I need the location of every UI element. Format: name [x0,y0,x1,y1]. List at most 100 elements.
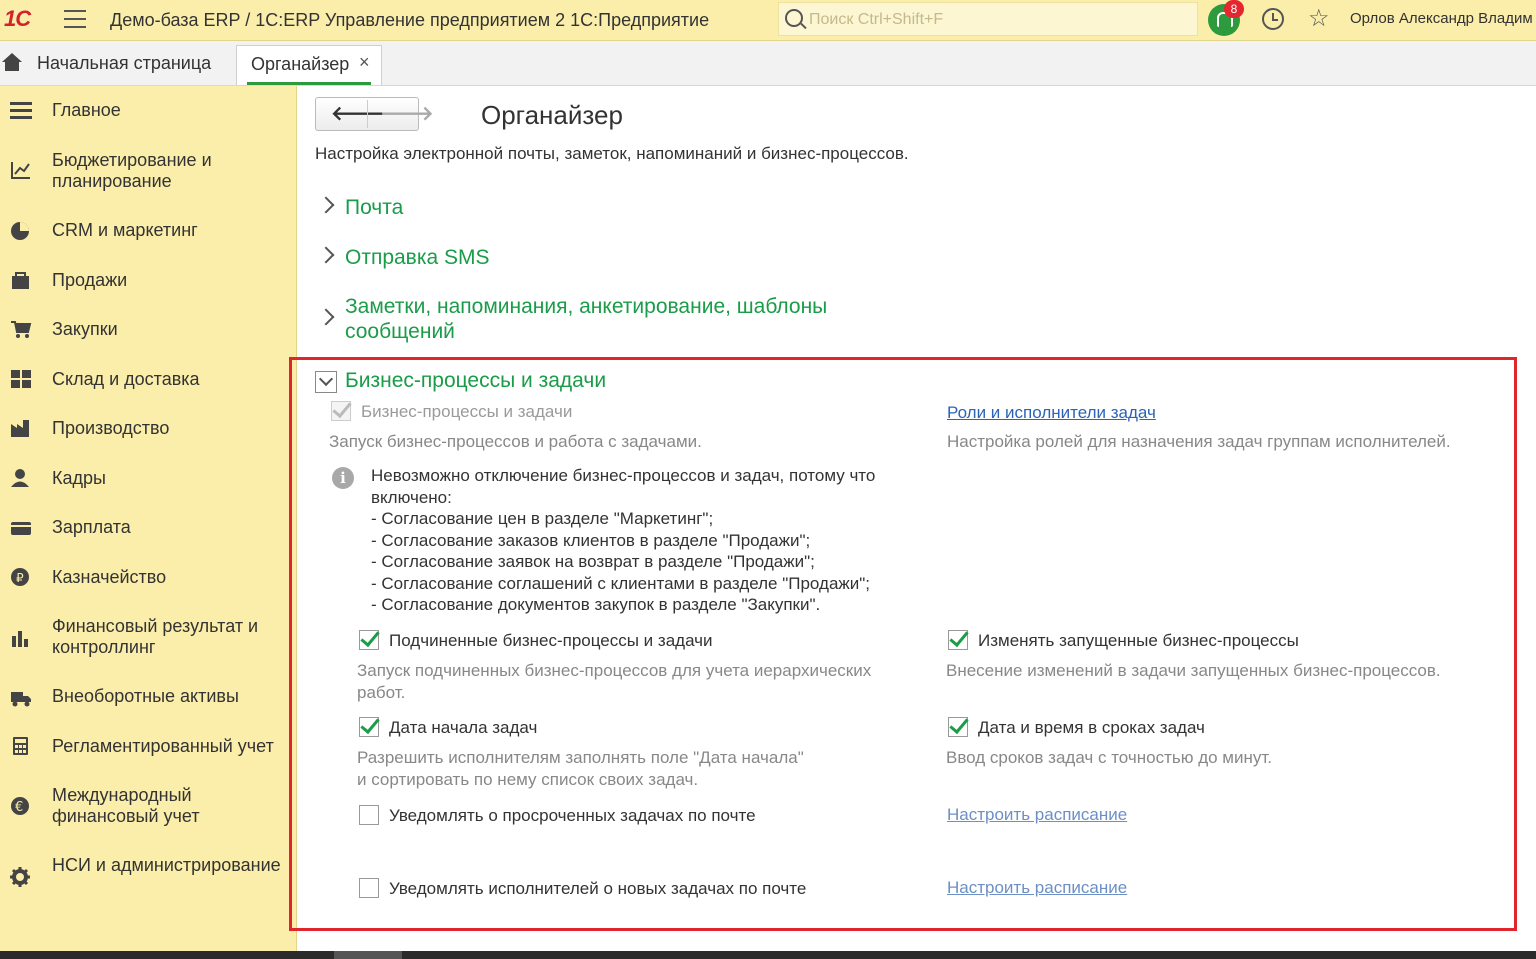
business-processes-desc: Запуск бизнес-процессов и работа с задач… [329,432,702,451]
scrollbar-thumb[interactable] [334,951,402,959]
menu-lines-icon [10,102,32,122]
person-icon [10,468,32,488]
sidebar-item-label: Внеоборотные активы [52,686,239,706]
info-line: - Согласование цен в разделе "Маркетинг"… [371,509,714,528]
overdue-schedule-link[interactable]: Настроить расписание [947,804,1127,826]
history-nav: 🡐 🡒 [315,97,434,131]
tab-organizer-label: Органайзер [251,54,350,74]
warehouse-grid-icon [10,369,32,389]
page-description: Настройка электронной почты, заметок, на… [315,144,909,163]
notifications-badge: 8 [1224,0,1244,18]
section-business-processes-title[interactable]: Бизнес-процессы и задачи [345,369,606,393]
sidebar-item-label: Казначейство [52,567,167,587]
task-start-date-desc: Разрешить исполнителям заполнять поле "Д… [357,748,804,767]
task-datetime-label: Дата и время в сроках задач [978,718,1205,737]
sidebar-item-label: Закупки [52,319,118,339]
gear-icon [10,867,32,887]
calculator-icon [10,736,32,756]
task-start-date-desc: и сортировать по нему список своих задач… [357,770,699,789]
bag-icon [10,270,32,290]
sidebar-item-label: Финансовый результат и контроллинг [52,616,259,657]
sidebar-item-label: Производство [52,418,170,438]
change-running-processes-checkbox[interactable] [948,630,968,650]
sidebar: Главное Бюджетирование и планирование CR… [0,86,297,952]
1c-logo[interactable]: 1С [4,6,31,32]
sidebar-item-label: Бюджетирование и планирование [52,150,212,191]
main-menu-icon[interactable] [64,10,86,28]
sidebar-item-label: Главное [52,100,121,120]
info-line: - Согласование документов закупок в разд… [371,595,821,614]
sidebar-item-label: Кадры [52,468,106,488]
home-icon[interactable] [2,53,22,71]
sidebar-item-label: Зарплата [52,517,131,537]
favorites-star-icon[interactable]: ☆ [1308,5,1330,33]
close-tab-icon[interactable]: × [359,52,370,73]
task-datetime-checkbox[interactable] [948,717,968,737]
section-title: Почта [345,196,404,219]
sidebar-item-label: Продажи [52,270,128,290]
tab-home[interactable]: Начальная страница [37,53,211,74]
search-icon [785,9,803,27]
sidebar-item-label: Международный финансовый учет [52,785,200,826]
chevron-right-icon [317,196,335,214]
change-running-processes-label: Изменять запущенные бизнес-процессы [978,631,1299,650]
change-running-processes-desc: Внесение изменений в задачи запущенных б… [946,661,1441,680]
pie-chart-icon [10,221,32,241]
top-bar: 1С Демо-база ERP / 1С:ERP Управление пре… [0,0,1536,41]
subordinate-processes-desc: Запуск подчиненных бизнес-процессов для … [357,661,872,680]
section-title: Заметки, напоминания, анкетирование, шаб… [345,295,828,343]
sidebar-item-label: Регламентированный учет [52,736,274,756]
svg-text:₽: ₽ [16,571,24,585]
business-processes-label: Бизнес-процессы и задачи [361,402,573,421]
page-title: Органайзер [481,100,623,130]
sidebar-item-label: НСИ и администрирование [52,855,281,875]
sidebar-item-label: Склад и доставка [52,369,200,389]
notify-overdue-checkbox[interactable] [359,805,379,825]
active-tab-indicator [247,82,371,85]
horizontal-scrollbar[interactable] [0,951,1536,959]
app-title: Демо-база ERP / 1С:ERP Управление предпр… [110,10,710,30]
search-box[interactable] [778,2,1198,36]
tab-bar: Начальная страница Органайзер × [0,41,1536,86]
subordinate-processes-desc: работ. [357,683,406,702]
budget-chart-icon [10,160,32,180]
chevron-down-icon[interactable] [315,371,337,393]
info-line: - Согласование заказов клиентов в раздел… [371,531,811,550]
info-icon: i [332,467,354,489]
info-line: Невозможно отключение бизнес-процессов и… [371,466,876,485]
business-processes-checkbox[interactable] [331,401,351,421]
tab-organizer[interactable]: Органайзер × [236,45,382,85]
nav-separator [367,100,368,128]
notify-new-tasks-checkbox[interactable] [359,878,379,898]
task-start-date-label: Дата начала задач [389,718,538,737]
euro-icon: € [10,796,32,816]
bar-chart-icon [10,628,32,648]
chevron-right-icon [317,246,335,264]
wallet-icon [10,519,32,539]
svg-text:€: € [15,800,23,815]
subordinate-processes-label: Подчиненные бизнес-процессы и задачи [389,631,713,650]
task-datetime-desc: Ввод сроков задач с точностью до минут. [946,748,1272,767]
chevron-right-icon [317,308,335,326]
factory-icon [10,418,32,438]
search-input[interactable] [807,7,1191,33]
roles-desc: Настройка ролей для назначения задач гру… [947,432,1451,451]
new-tasks-schedule-link[interactable]: Настроить расписание [947,877,1127,899]
info-line: - Согласование заявок на возврат в разде… [371,552,815,571]
sidebar-item-label: CRM и маркетинг [52,220,198,240]
cart-icon [10,319,32,339]
back-arrow-icon[interactable]: 🡐 [331,104,385,124]
truck-icon [10,688,32,708]
user-name[interactable]: Орлов Александр Владим [1350,10,1533,27]
info-line: - Согласование соглашений с клиентами в … [371,574,871,593]
notify-new-tasks-label: Уведомлять исполнителей о новых задачах … [389,879,807,898]
roles-link[interactable]: Роли и исполнители задач [947,402,1156,424]
subordinate-processes-checkbox[interactable] [359,630,379,650]
forward-arrow-icon[interactable]: 🡒 [380,104,434,124]
info-line: включено: [371,488,452,507]
coin-icon: ₽ [10,567,32,587]
section-title: Отправка SMS [345,246,490,269]
notify-overdue-label: Уведомлять о просроченных задачах по поч… [389,806,756,825]
history-clock-icon[interactable] [1262,8,1284,30]
task-start-date-checkbox[interactable] [359,717,379,737]
